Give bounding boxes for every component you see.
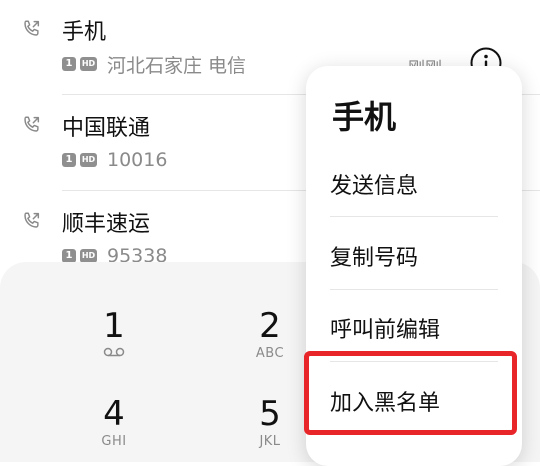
caller-name: 顺丰速运 (62, 212, 151, 237)
menu-item-label: 呼叫前编辑 (330, 318, 441, 343)
hd-badge: HD (80, 57, 97, 71)
caller-name: 手机 (62, 20, 107, 45)
key-digit: 4 (103, 394, 125, 434)
call-details: 1 HD 10016 (62, 148, 167, 172)
outgoing-call-icon (24, 20, 40, 36)
voicemail-icon (103, 347, 125, 357)
context-menu-title: 手机 (332, 98, 397, 136)
menu-item-copy-number[interactable]: 复制号码 (306, 218, 522, 290)
call-location: 河北石家庄 电信 (107, 54, 247, 77)
caller-name: 中国联通 (62, 116, 151, 141)
menu-divider (330, 216, 498, 217)
menu-item-send-message[interactable]: 发送信息 (306, 146, 522, 218)
call-details: 1 HD 河北石家庄 电信 (62, 52, 247, 77)
dialpad-key-4[interactable]: 4 GHI (54, 394, 174, 450)
hd-badge: HD (80, 153, 97, 167)
sim-badge: 1 (62, 249, 76, 263)
key-letters: GHI (101, 434, 127, 449)
outgoing-call-icon (24, 212, 40, 228)
dialpad-key-1[interactable]: 1 (54, 306, 174, 362)
hd-badge: HD (80, 249, 97, 263)
menu-item-label: 复制号码 (330, 246, 419, 271)
key-digit: 1 (103, 306, 125, 346)
sim-badge: 1 (62, 57, 76, 71)
highlight-box (304, 351, 517, 435)
voicemail-icon (54, 346, 174, 362)
sim-badge: 1 (62, 153, 76, 167)
call-number: 10016 (107, 149, 168, 171)
outgoing-call-icon (24, 116, 40, 132)
menu-item-label: 发送信息 (330, 174, 419, 199)
